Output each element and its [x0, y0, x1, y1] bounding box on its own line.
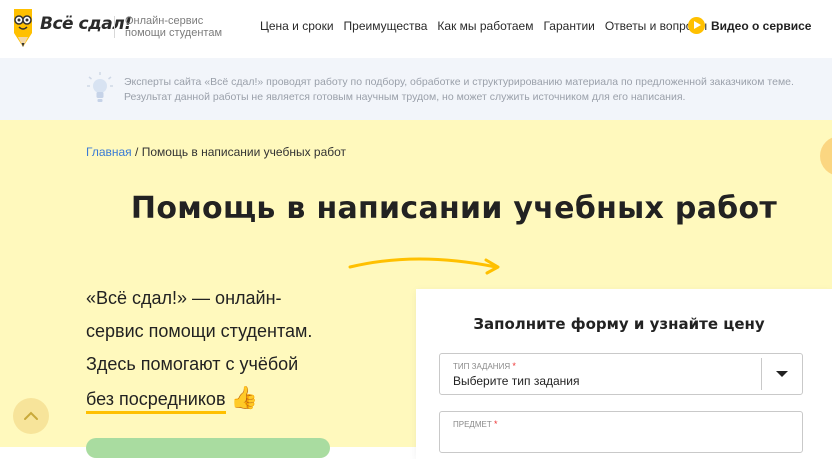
tagline-line-2: помощи студентам	[125, 27, 223, 39]
logo-divider	[114, 16, 115, 38]
task-type-value: Выберите тип задания	[453, 374, 580, 388]
logo-text[interactable]: Всё сдал!	[40, 14, 132, 34]
intro-line-1: «Всё сдал!» — онлайн-	[86, 288, 282, 308]
scroll-up-button[interactable]	[13, 398, 49, 434]
order-button[interactable]	[86, 438, 330, 458]
nav-price[interactable]: Цена и сроки	[260, 19, 334, 33]
chevron-down-icon[interactable]	[776, 371, 788, 377]
breadcrumb: Главная / Помощь в написании учебных раб…	[86, 145, 346, 159]
disclaimer-line-1: Эксперты сайта «Всё сдал!» проводят рабо…	[124, 76, 794, 88]
breadcrumb-home-link[interactable]: Главная	[86, 145, 132, 159]
select-divider	[761, 358, 762, 390]
breadcrumb-separator: /	[135, 145, 139, 159]
task-type-label: Тип задания *	[453, 361, 516, 371]
lightbulb-icon	[87, 72, 113, 102]
disclaimer-text: Эксперты сайта «Всё сдал!» проводят рабо…	[124, 75, 804, 105]
play-icon	[688, 17, 705, 34]
video-label: Видео о сервисе	[711, 18, 812, 33]
required-star: *	[512, 361, 516, 371]
price-form: Заполните форму и узнайте цену Тип задан…	[416, 289, 832, 459]
nav-advantages[interactable]: Преимущества	[344, 19, 428, 33]
hero-intro: «Всё сдал!» — онлайн- сервис помощи студ…	[86, 282, 386, 416]
nav-guarantees[interactable]: Гарантии	[543, 19, 594, 33]
page-title: Помощь в написании учебных работ	[130, 191, 778, 226]
intro-line-2: сервис помощи студентам.	[86, 321, 313, 341]
task-type-select[interactable]: Тип задания * Выберите тип задания	[439, 353, 803, 395]
nav-how-we-work[interactable]: Как мы работаем	[437, 19, 533, 33]
tagline-line-1: Онлайн-сервис	[125, 15, 204, 27]
subject-label: Предмет *	[453, 419, 498, 429]
site-header: Всё сдал! Онлайн-сервис помощи студентам…	[0, 0, 832, 58]
curved-arrow-icon	[348, 257, 500, 275]
video-about-service-button[interactable]: Видео о сервисе	[688, 17, 811, 34]
main-nav: Цена и сроки Преимущества Как мы работае…	[260, 19, 717, 33]
required-star: *	[493, 419, 498, 429]
breadcrumb-current: Помощь в написании учебных работ	[141, 145, 347, 159]
chevron-up-icon	[24, 411, 38, 420]
intro-line-4: без посредников	[86, 389, 226, 414]
disclaimer-line-2: Результат данной работы не является гото…	[124, 91, 686, 103]
intro-line-3: Здесь помогают с учёбой	[86, 354, 299, 374]
pencil-mascot-logo[interactable]	[10, 9, 36, 47]
tagline: Онлайн-сервис помощи студентам	[125, 15, 222, 39]
form-title: Заполните форму и узнайте цену	[473, 315, 765, 333]
thumbs-up-icon: 👍	[230, 385, 258, 410]
